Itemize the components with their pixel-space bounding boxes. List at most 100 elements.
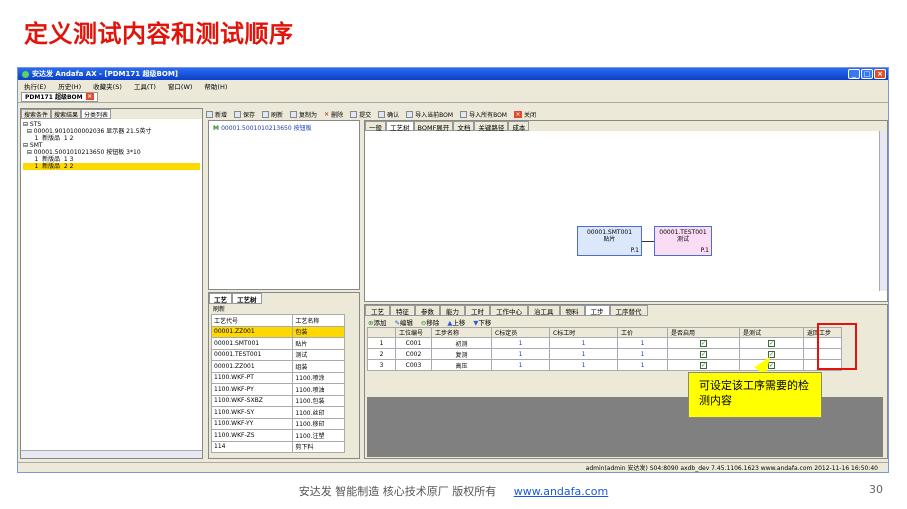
highlight-box	[817, 323, 857, 370]
slide-footer: 安达发 智能制造 核心技术原厂 版权所有 www.andafa.com	[0, 483, 907, 499]
refresh-button[interactable]: 刷新	[209, 304, 359, 314]
copy-as-button[interactable]: 复制为	[290, 110, 317, 119]
table-row[interactable]: 1100.WKF-SY 1100.丝印	[210, 406, 345, 419]
import-icon	[406, 110, 414, 118]
tab-parameters[interactable]: 参数	[415, 305, 440, 316]
tab-process-tree[interactable]: 工艺树	[386, 121, 414, 132]
col-step-name[interactable]: 工步名称	[431, 327, 492, 338]
menu-execute[interactable]: 执行(E)	[24, 81, 46, 91]
submit-button[interactable]: 提交	[350, 110, 371, 119]
menu-window[interactable]: 窗口(W)	[168, 81, 193, 91]
tab-fixtures[interactable]: 治工具	[528, 305, 560, 316]
table-row[interactable]: 1100.WKF-YY 1100.移印	[210, 417, 345, 430]
tab-capability[interactable]: 能力	[440, 305, 465, 316]
tab-bomf-expand[interactable]: BOMF展开	[413, 121, 454, 132]
tab-materials[interactable]: 物料	[559, 305, 585, 316]
tree-node[interactable]: 1 新版品 1 3	[23, 156, 200, 163]
edit-button[interactable]: ✎编辑	[394, 317, 412, 327]
tree-node[interactable]: ⊟ 00001.5001010213650 按钮板 3*10	[23, 149, 200, 156]
import-current-bom-button[interactable]: 导入当前BOM	[406, 110, 453, 119]
minimize-icon[interactable]: _	[848, 69, 860, 79]
menu-tools[interactable]: 工具(T)	[134, 81, 156, 91]
tree-node[interactable]: ⊟ SMT	[23, 142, 200, 149]
col-std-hours[interactable]: C标工时	[549, 327, 618, 338]
refresh-button[interactable]: 刷新	[262, 110, 283, 119]
is-test-checkbox[interactable]: ✓	[768, 339, 775, 347]
menu-favorites[interactable]: 收藏夹(S)	[93, 81, 122, 91]
table-row[interactable]: 1100.WKF-PT 1100.喷涂	[210, 371, 345, 384]
process-table: 工艺代号 工艺名称 00001.ZZ001 包装 00001.SMT001 贴片 00…	[210, 314, 345, 453]
col-enabled[interactable]: 是否启用	[667, 327, 740, 338]
bom-item[interactable]: M 00001.5001010213650 按钮板	[209, 121, 359, 134]
col-index	[367, 327, 396, 338]
table-row[interactable]: 00001.ZZ001 组装	[210, 360, 345, 373]
bom-icon: M	[213, 125, 222, 132]
menu-history[interactable]: 历史(H)	[58, 81, 81, 91]
tab-category-list[interactable]: 分类列表	[81, 109, 112, 119]
tab-documents[interactable]: 文档	[453, 121, 475, 132]
page-number: 30	[869, 483, 883, 496]
move-up-button[interactable]: ▲上移	[447, 317, 465, 327]
col-proc-name[interactable]: 工艺名称	[292, 314, 345, 327]
submit-icon	[350, 110, 358, 118]
tree-node[interactable]: 1 新版品 1 2	[23, 135, 200, 142]
tab-steps[interactable]: 工步	[584, 305, 610, 316]
new-button[interactable]: 新增	[206, 110, 227, 119]
new-icon	[206, 110, 213, 118]
tab-cost[interactable]: 成本	[508, 121, 530, 132]
tab-process[interactable]: 工艺	[365, 305, 390, 316]
route-node-test[interactable]: 00001.TEST001 测试 P.1	[654, 226, 712, 256]
tab-search-results[interactable]: 搜索结果	[51, 109, 82, 119]
tab-general[interactable]: 一般	[365, 121, 386, 132]
close-tab-icon[interactable]: ×	[85, 93, 94, 100]
remove-button[interactable]: ⊖移除	[421, 317, 439, 327]
close-button[interactable]: × 关闭	[513, 110, 536, 119]
col-is-test[interactable]: 是测试	[739, 327, 804, 338]
tab-process[interactable]: 工艺	[209, 293, 232, 304]
tab-work-center[interactable]: 工作中心	[490, 305, 528, 316]
enabled-checkbox[interactable]: ✓	[700, 350, 707, 358]
table-row[interactable]: 1100.WKF-SXBZ 1100.包装	[210, 394, 345, 407]
callout-note: 可设定该工序需要的检测内容	[688, 372, 822, 418]
tab-features[interactable]: 特征	[390, 305, 415, 316]
tree-node[interactable]: ⊟ 00001.9010100002036 显示器 21.5英寸	[23, 128, 200, 135]
table-row[interactable]: 00001.ZZ001 包装	[210, 325, 345, 338]
enabled-checkbox[interactable]: ✓	[700, 361, 707, 369]
tab-hours[interactable]: 工时	[465, 305, 490, 316]
save-button[interactable]: 保存	[234, 110, 255, 119]
tab-search-criteria[interactable]: 搜索条件	[21, 109, 52, 119]
tree-node[interactable]: 1 新版品 2 2	[23, 163, 200, 170]
horizontal-scrollbar[interactable]	[21, 450, 202, 458]
tab-process-tree[interactable]: 工艺树	[232, 293, 262, 304]
table-row[interactable]: 1100.WKF-PY 1100.喷油	[210, 383, 345, 396]
route-node-smt[interactable]: 00001.SMT001 贴片 P.1	[577, 226, 642, 256]
tree-node[interactable]: ⊟ STS	[23, 121, 200, 128]
col-proc-code[interactable]: 工艺代号	[210, 314, 294, 327]
table-row[interactable]: 00001.SMT001 贴片	[210, 337, 345, 350]
col-station[interactable]: 工位编号	[395, 327, 432, 338]
category-tree: ⊟ STS ⊟ 00001.9010100002036 显示器 21.5英寸 1…	[21, 119, 202, 172]
table-row[interactable]: 1100.WKF-ZS 1100.注塑	[210, 429, 345, 442]
import-all-bom-button[interactable]: 导入所有BOM	[460, 110, 507, 119]
col-price[interactable]: 工价	[617, 327, 668, 338]
tab-critical-path[interactable]: 关键路径	[474, 121, 509, 132]
delete-button[interactable]: ✕ 删除	[324, 110, 343, 119]
menubar: 执行(E) 历史(H) 收藏夹(S) 工具(T) 窗口(W) 帮助(H)	[18, 80, 888, 91]
move-down-button[interactable]: ▼下移	[473, 317, 491, 327]
tab-process-substitute[interactable]: 工序替代	[609, 305, 648, 316]
footer-link[interactable]: www.andafa.com	[514, 485, 609, 498]
table-row[interactable]: 1 C001 初测 1 11 ✓ ✓	[367, 337, 842, 349]
add-button[interactable]: ⊕添加	[368, 317, 386, 327]
menu-help[interactable]: 帮助(H)	[204, 81, 227, 91]
confirm-button[interactable]: 确认	[378, 110, 399, 119]
table-row[interactable]: 114 剪下料	[210, 440, 345, 453]
maximize-icon[interactable]: □	[861, 69, 873, 79]
vertical-scrollbar[interactable]	[879, 131, 887, 291]
col-std-staff[interactable]: C标定员	[491, 327, 550, 338]
tab-super-bom[interactable]: PDM171 超级BOM ×	[21, 91, 98, 102]
route-diagram-panel: 一般 工艺树 BOMF展开 文档 关键路径 成本 00001.SMT001 贴片…	[364, 120, 888, 302]
close-icon[interactable]: ×	[874, 69, 886, 79]
enabled-checkbox[interactable]: ✓	[700, 339, 707, 347]
import-all-icon	[460, 110, 468, 118]
table-row[interactable]: 00001.TEST001 测试	[210, 348, 345, 361]
